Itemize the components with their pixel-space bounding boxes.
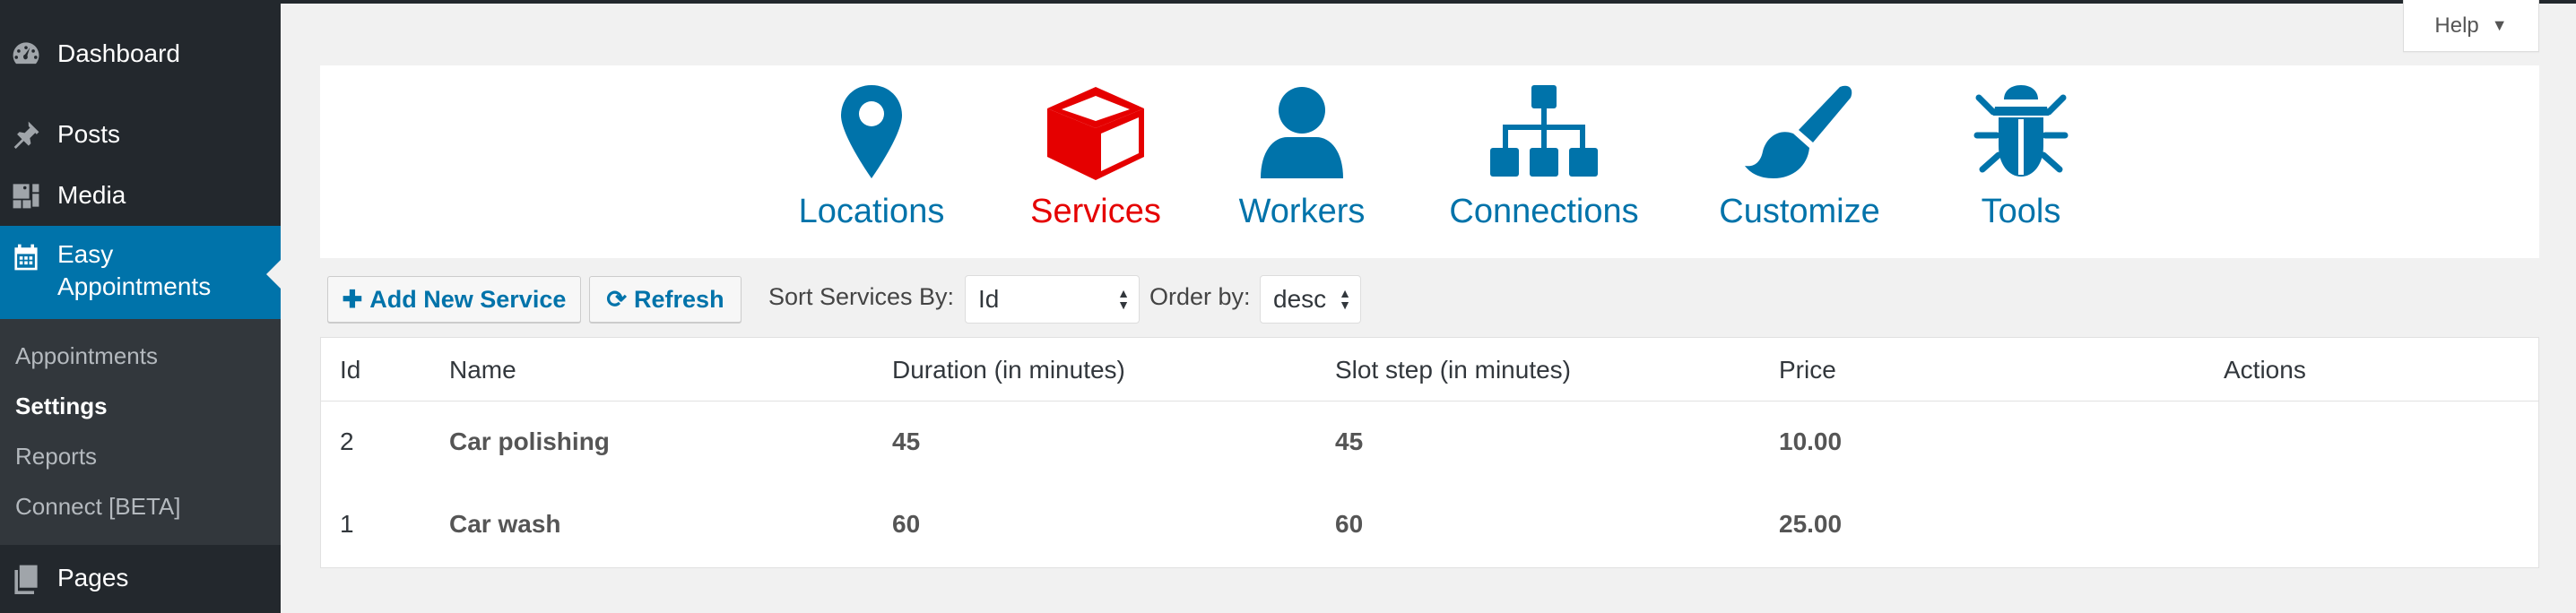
cell-duration: 45 bbox=[892, 427, 921, 455]
nav-label: Services bbox=[1030, 193, 1161, 230]
help-label: Help bbox=[2434, 13, 2479, 38]
refresh-icon: ⟳ bbox=[606, 285, 628, 313]
sidebar-item-dashboard[interactable]: Dashboard bbox=[0, 36, 281, 72]
services-table: Id Name Duration (in minutes) Slot step … bbox=[320, 337, 2539, 568]
order-by-select[interactable]: desc ▲ ▼ bbox=[1260, 275, 1361, 324]
sidebar-item-label-line2: Appointments bbox=[57, 272, 212, 300]
nav-item-connections[interactable]: Connections bbox=[1432, 65, 1656, 258]
cell-price: 25.00 bbox=[1779, 510, 1843, 538]
sidebar-item-media[interactable]: Media bbox=[0, 177, 281, 213]
column-header-id: Id bbox=[340, 356, 361, 384]
dashboard-icon bbox=[9, 37, 43, 71]
submenu-item-reports[interactable]: Reports bbox=[15, 443, 97, 471]
submenu-item-connect[interactable]: Connect [BETA] bbox=[15, 493, 181, 521]
current-menu-arrow bbox=[266, 260, 281, 289]
plus-icon: ✚ bbox=[342, 285, 363, 313]
paint-brush-icon bbox=[1745, 85, 1852, 178]
pin-icon bbox=[9, 117, 43, 151]
sidebar-item-easy-appointments[interactable]: Easy Appointments bbox=[0, 226, 281, 319]
column-header-name: Name bbox=[449, 356, 516, 384]
nav-label: Tools bbox=[1981, 193, 2061, 230]
nav-label: Locations bbox=[798, 193, 945, 230]
sort-by-label: Sort Services By: bbox=[768, 283, 955, 310]
sitemap-icon bbox=[1490, 85, 1598, 177]
admin-sidebar: Dashboard Posts Media Easy Appointments … bbox=[0, 0, 281, 613]
cell-duration: 60 bbox=[892, 510, 921, 538]
nav-label: Connections bbox=[1449, 193, 1639, 230]
cell-slot-step: 45 bbox=[1335, 427, 1364, 455]
sidebar-item-label: Posts bbox=[57, 120, 121, 148]
cell-id: 2 bbox=[340, 427, 354, 455]
column-header-duration: Duration (in minutes) bbox=[892, 356, 1125, 384]
cell-id: 1 bbox=[340, 510, 354, 538]
help-tab-button[interactable]: Help ▼ bbox=[2403, 0, 2539, 52]
refresh-button[interactable]: ⟳ Refresh bbox=[589, 276, 742, 323]
nav-label: Workers bbox=[1238, 193, 1366, 230]
nav-item-workers[interactable]: Workers bbox=[1217, 65, 1387, 258]
submenu-item-settings[interactable]: Settings bbox=[15, 393, 108, 420]
nav-item-services[interactable]: Services bbox=[1010, 65, 1181, 258]
map-marker-icon bbox=[841, 85, 902, 178]
order-by-value: desc bbox=[1273, 285, 1327, 313]
nav-item-locations[interactable]: Locations bbox=[786, 65, 957, 258]
sidebar-item-label-line1: Easy bbox=[57, 240, 114, 268]
sidebar-item-label: Dashboard bbox=[57, 39, 180, 67]
cell-slot-step: 60 bbox=[1335, 510, 1364, 538]
settings-nav: Locations Services Workers Connections C… bbox=[320, 65, 2539, 258]
cell-price: 10.00 bbox=[1779, 427, 1843, 455]
admin-top-border bbox=[0, 0, 2576, 4]
chevron-down-icon: ▼ bbox=[2491, 16, 2508, 34]
sort-by-value: Id bbox=[978, 285, 1000, 313]
updown-arrows-icon: ▲ ▼ bbox=[1339, 286, 1351, 312]
nav-item-tools[interactable]: Tools bbox=[1945, 65, 2097, 258]
cell-name: Car wash bbox=[449, 510, 561, 538]
media-icon bbox=[9, 178, 43, 212]
column-header-actions: Actions bbox=[2224, 356, 2306, 384]
user-icon bbox=[1261, 87, 1343, 178]
add-new-service-label: Add New Service bbox=[369, 285, 567, 313]
sidebar-item-posts[interactable]: Posts bbox=[0, 117, 281, 152]
nav-item-customize[interactable]: Customize bbox=[1692, 65, 1907, 258]
column-header-slot-step: Slot step (in minutes) bbox=[1335, 356, 1571, 384]
nav-label: Customize bbox=[1719, 193, 1880, 230]
cube-icon bbox=[1047, 87, 1144, 180]
bug-icon bbox=[1973, 85, 2069, 177]
order-by-label: Order by: bbox=[1149, 283, 1251, 310]
pages-icon bbox=[9, 561, 43, 595]
sort-by-select[interactable]: Id ▲ ▼ bbox=[965, 275, 1140, 324]
submenu-item-appointments[interactable]: Appointments bbox=[15, 342, 158, 370]
sidebar-item-pages[interactable]: Pages bbox=[0, 560, 281, 596]
updown-arrows-icon: ▲ ▼ bbox=[1117, 286, 1130, 312]
refresh-label: Refresh bbox=[634, 285, 724, 313]
column-header-price: Price bbox=[1779, 356, 1836, 384]
cell-name: Car polishing bbox=[449, 427, 610, 455]
add-new-service-button[interactable]: ✚ Add New Service bbox=[327, 276, 581, 323]
calendar-icon bbox=[9, 240, 43, 274]
sidebar-item-label: Pages bbox=[57, 564, 129, 591]
sidebar-item-label: Media bbox=[57, 181, 126, 209]
easy-appointments-submenu: Appointments Settings Reports Connect [B… bbox=[0, 319, 281, 545]
